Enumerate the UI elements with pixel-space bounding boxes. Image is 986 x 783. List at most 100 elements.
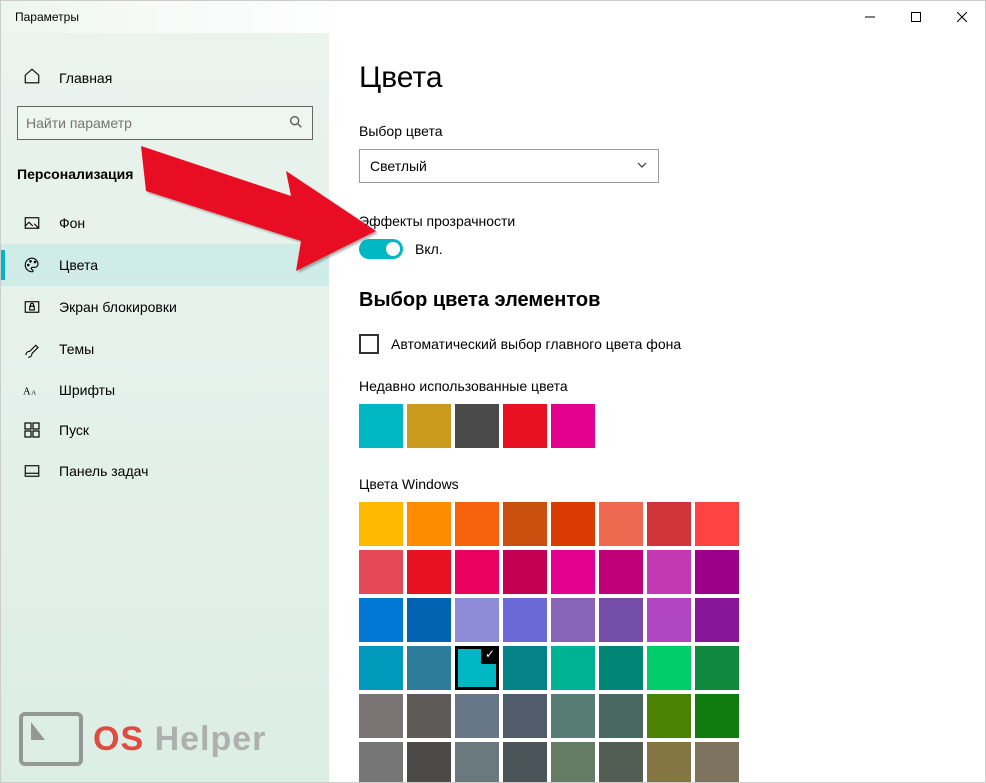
windows-color-swatch[interactable] — [455, 550, 499, 594]
windows-color-swatch[interactable] — [503, 598, 547, 642]
transparency-toggle[interactable] — [359, 239, 403, 259]
windows-color-swatch[interactable] — [647, 598, 691, 642]
start-icon — [23, 422, 41, 438]
windows-color-swatch[interactable] — [695, 502, 739, 546]
windows-color-swatch[interactable] — [359, 502, 403, 546]
recent-colors-label: Недавно использованные цвета — [359, 378, 955, 394]
windows-color-swatch[interactable] — [647, 694, 691, 738]
windows-color-swatch[interactable] — [695, 646, 739, 690]
windows-color-swatch[interactable] — [407, 502, 451, 546]
sidebar-item-start[interactable]: Пуск — [1, 410, 329, 450]
windows-color-swatch[interactable] — [455, 646, 499, 690]
palette-icon — [23, 256, 41, 274]
transparency-state: Вкл. — [415, 241, 443, 257]
windows-color-swatch[interactable] — [407, 550, 451, 594]
windows-color-swatch[interactable] — [455, 742, 499, 782]
sidebar-item-lockscreen[interactable]: Экран блокировки — [1, 286, 329, 328]
dropdown-value: Светлый — [370, 158, 427, 174]
windows-color-swatch[interactable] — [695, 742, 739, 782]
color-mode-dropdown[interactable]: Светлый — [359, 149, 659, 183]
windows-color-swatch[interactable] — [647, 742, 691, 782]
recent-color-swatch[interactable] — [359, 404, 403, 448]
accent-heading: Выбор цвета элементов — [359, 289, 955, 312]
windows-color-swatch[interactable] — [551, 742, 595, 782]
window-title: Параметры — [15, 10, 79, 24]
windows-color-swatch[interactable] — [455, 598, 499, 642]
windows-color-swatch[interactable] — [551, 694, 595, 738]
windows-color-swatch[interactable] — [359, 598, 403, 642]
windows-color-swatch[interactable] — [599, 502, 643, 546]
transparency-label: Эффекты прозрачности — [359, 213, 955, 229]
windows-colors-grid — [359, 502, 955, 782]
svg-text:A: A — [31, 390, 36, 397]
section-title: Персонализация — [1, 158, 329, 202]
sidebar-item-taskbar[interactable]: Панель задач — [1, 450, 329, 492]
maximize-button[interactable] — [893, 1, 939, 33]
search-field[interactable] — [26, 115, 288, 131]
brush-icon — [23, 340, 41, 358]
windows-color-swatch[interactable] — [503, 502, 547, 546]
sidebar: Главная Персонализация Фон Цвета Экран — [1, 33, 329, 782]
windows-color-swatch[interactable] — [647, 646, 691, 690]
windows-color-swatch[interactable] — [359, 694, 403, 738]
picture-icon — [23, 214, 41, 232]
sidebar-item-label: Пуск — [59, 422, 89, 438]
windows-color-swatch[interactable] — [407, 646, 451, 690]
sidebar-item-label: Панель задач — [59, 463, 148, 479]
page-title: Цвета — [359, 61, 955, 95]
chevron-down-icon — [636, 158, 648, 174]
windows-color-swatch[interactable] — [503, 646, 547, 690]
font-icon: AA — [23, 382, 41, 398]
windows-color-swatch[interactable] — [599, 550, 643, 594]
recent-color-swatch[interactable] — [407, 404, 451, 448]
windows-color-swatch[interactable] — [551, 598, 595, 642]
windows-color-swatch[interactable] — [503, 550, 547, 594]
windows-color-swatch[interactable] — [455, 694, 499, 738]
recent-color-swatch[interactable] — [551, 404, 595, 448]
sidebar-item-label: Темы — [59, 341, 94, 357]
windows-color-swatch[interactable] — [359, 646, 403, 690]
recent-color-swatch[interactable] — [503, 404, 547, 448]
sidebar-item-label: Шрифты — [59, 382, 115, 398]
windows-color-swatch[interactable] — [359, 742, 403, 782]
windows-color-swatch[interactable] — [407, 598, 451, 642]
sidebar-item-themes[interactable]: Темы — [1, 328, 329, 370]
windows-color-swatch[interactable] — [695, 550, 739, 594]
windows-color-swatch[interactable] — [503, 742, 547, 782]
color-mode-label: Выбор цвета — [359, 123, 955, 139]
windows-color-swatch[interactable] — [695, 598, 739, 642]
windows-color-swatch[interactable] — [407, 742, 451, 782]
recent-colors-row — [359, 404, 955, 448]
windows-color-swatch[interactable] — [503, 694, 547, 738]
titlebar: Параметры — [1, 1, 985, 33]
taskbar-icon — [23, 462, 41, 480]
windows-color-swatch[interactable] — [599, 646, 643, 690]
windows-color-swatch[interactable] — [359, 550, 403, 594]
lockscreen-icon — [23, 298, 41, 316]
home-icon — [23, 67, 41, 88]
windows-colors-label: Цвета Windows — [359, 476, 955, 492]
recent-color-swatch[interactable] — [455, 404, 499, 448]
auto-pick-row[interactable]: Автоматический выбор главного цвета фона — [359, 334, 955, 354]
windows-color-swatch[interactable] — [647, 550, 691, 594]
sidebar-item-background[interactable]: Фон — [1, 202, 329, 244]
search-input[interactable] — [17, 106, 313, 140]
windows-color-swatch[interactable] — [551, 646, 595, 690]
windows-color-swatch[interactable] — [695, 694, 739, 738]
windows-color-swatch[interactable] — [551, 550, 595, 594]
auto-pick-checkbox[interactable] — [359, 334, 379, 354]
windows-color-swatch[interactable] — [599, 694, 643, 738]
windows-color-swatch[interactable] — [599, 598, 643, 642]
windows-color-swatch[interactable] — [551, 502, 595, 546]
auto-pick-label: Автоматический выбор главного цвета фона — [391, 336, 681, 352]
windows-color-swatch[interactable] — [647, 502, 691, 546]
home-nav[interactable]: Главная — [1, 51, 329, 106]
sidebar-item-colors[interactable]: Цвета — [1, 244, 329, 286]
close-button[interactable] — [939, 1, 985, 33]
windows-color-swatch[interactable] — [407, 694, 451, 738]
windows-color-swatch[interactable] — [455, 502, 499, 546]
sidebar-item-fonts[interactable]: AA Шрифты — [1, 370, 329, 410]
windows-color-swatch[interactable] — [599, 742, 643, 782]
window-controls — [847, 1, 985, 33]
minimize-button[interactable] — [847, 1, 893, 33]
